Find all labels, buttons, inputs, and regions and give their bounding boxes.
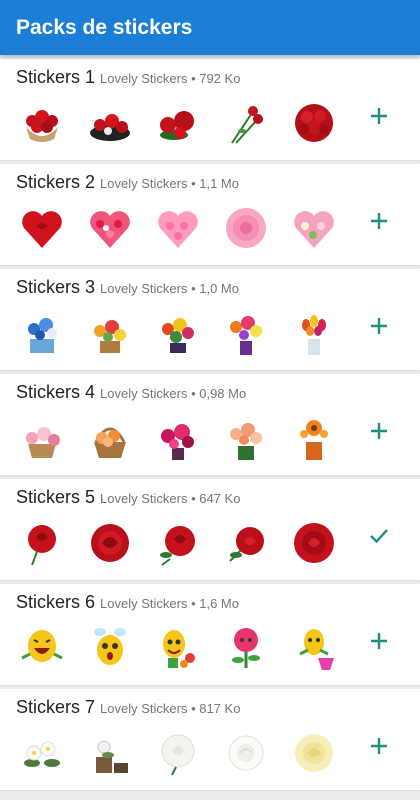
vase-bouquet-sticker	[230, 316, 262, 355]
rose-character-sticker	[232, 628, 260, 668]
sticker-pack-7[interactable]: Stickers 7 Lovely Stickers • 817 Ko	[0, 689, 420, 790]
cream-rose-sticker	[295, 734, 333, 772]
emoji-with-flowers-sticker	[163, 630, 195, 668]
red-rose-1-sticker	[28, 525, 56, 566]
orange-rose-basket-sticker	[94, 427, 126, 458]
mixed-bouquet-sticker	[94, 320, 126, 353]
flower-pots-sticker	[96, 740, 128, 773]
add-pack-button[interactable]	[364, 206, 394, 236]
pack-meta: Lovely Stickers • 1,1 Mo	[100, 176, 239, 191]
rose-box-sticker	[90, 114, 130, 141]
red-rose-5-sticker	[294, 523, 334, 563]
pack-name: Stickers 1	[16, 67, 96, 87]
pack-name: Stickers 3	[16, 277, 96, 297]
red-rose-heart-sticker	[22, 211, 62, 248]
sticker-pack-list: Stickers 1 Lovely Stickers • 792 Ko Stic…	[0, 55, 420, 790]
sticker-pack-3[interactable]: Stickers 3 Lovely Stickers • 1,0 Mo	[0, 269, 420, 370]
rose-stems-sticker	[231, 106, 263, 144]
pack-name: Stickers 4	[16, 382, 96, 402]
white-rose-2-sticker	[228, 735, 264, 771]
peach-vase-sticker	[230, 423, 262, 460]
check-icon	[370, 529, 388, 544]
bee-emoji-sticker	[94, 628, 126, 665]
add-pack-button[interactable]	[364, 101, 394, 131]
red-rose-bouquet-sticker	[26, 110, 58, 142]
emoji-with-basket-sticker	[299, 629, 334, 670]
sticker-previews	[18, 729, 338, 777]
pack-name: Stickers 5	[16, 487, 96, 507]
sticker-pack-1[interactable]: Stickers 1 Lovely Stickers • 792 Ko	[0, 59, 420, 160]
pink-rose-bloom-sticker	[226, 208, 266, 248]
add-pack-button[interactable]	[364, 731, 394, 761]
white-rose-sticker	[161, 734, 195, 776]
add-pack-button[interactable]	[364, 626, 394, 656]
red-roses-sticker	[160, 111, 194, 140]
sticker-previews	[18, 624, 338, 672]
app-bar: Packs de stickers	[0, 0, 420, 55]
sticker-pack-2[interactable]: Stickers 2 Lovely Stickers • 1,1 Mo	[0, 164, 420, 265]
red-rose-ball-sticker	[295, 104, 333, 142]
pack-name: Stickers 6	[16, 592, 96, 612]
sticker-previews	[18, 519, 338, 567]
orange-gerbera-pot-sticker	[300, 420, 328, 460]
add-icon	[371, 633, 387, 649]
red-rose-2-sticker	[91, 524, 129, 562]
pack-name: Stickers 7	[16, 697, 96, 717]
red-rose-4-sticker	[229, 527, 264, 562]
pack-meta: Lovely Stickers • 1,6 Mo	[100, 596, 239, 611]
pink-basket-sticker	[26, 427, 60, 458]
pink-rose-heart-sticker	[158, 211, 198, 248]
garden-bouquet-sticker	[162, 318, 194, 353]
pack-meta: Lovely Stickers • 792 Ko	[100, 71, 241, 86]
pack-meta: Lovely Stickers • 647 Ko	[100, 491, 241, 506]
laughing-emoji-sticker	[21, 630, 63, 662]
pack-name: Stickers 2	[16, 172, 96, 192]
sticker-pack-5[interactable]: Stickers 5 Lovely Stickers • 647 Ko	[0, 479, 420, 580]
red-rose-3-sticker	[160, 526, 195, 566]
add-pack-button[interactable]	[364, 416, 394, 446]
blue-flower-basket-sticker	[28, 318, 57, 353]
add-icon	[371, 213, 387, 229]
sticker-previews	[18, 414, 338, 462]
sticker-pack-4[interactable]: Stickers 4 Lovely Stickers • 0,98 Mo	[0, 374, 420, 475]
pink-carnation-heart-sticker	[90, 211, 130, 248]
add-icon	[371, 108, 387, 124]
sticker-previews	[18, 204, 338, 252]
pack-meta: Lovely Stickers • 817 Ko	[100, 701, 241, 716]
magenta-bouquet-sticker	[161, 424, 194, 460]
add-icon	[371, 423, 387, 439]
add-pack-button[interactable]	[364, 311, 394, 341]
pink-flower-heart-sticker	[294, 211, 334, 248]
pack-added-indicator[interactable]	[364, 521, 394, 551]
white-frangipani-sticker	[24, 741, 60, 767]
sticker-previews	[18, 309, 338, 357]
tulip-vase-sticker	[302, 315, 326, 355]
pack-meta: Lovely Stickers • 0,98 Mo	[100, 386, 247, 401]
sticker-previews	[18, 99, 338, 147]
sticker-pack-6[interactable]: Stickers 6 Lovely Stickers • 1,6 Mo	[0, 584, 420, 685]
pack-meta: Lovely Stickers • 1,0 Mo	[100, 281, 239, 296]
add-icon	[371, 738, 387, 754]
add-icon	[371, 318, 387, 334]
page-title: Packs de stickers	[16, 15, 193, 39]
